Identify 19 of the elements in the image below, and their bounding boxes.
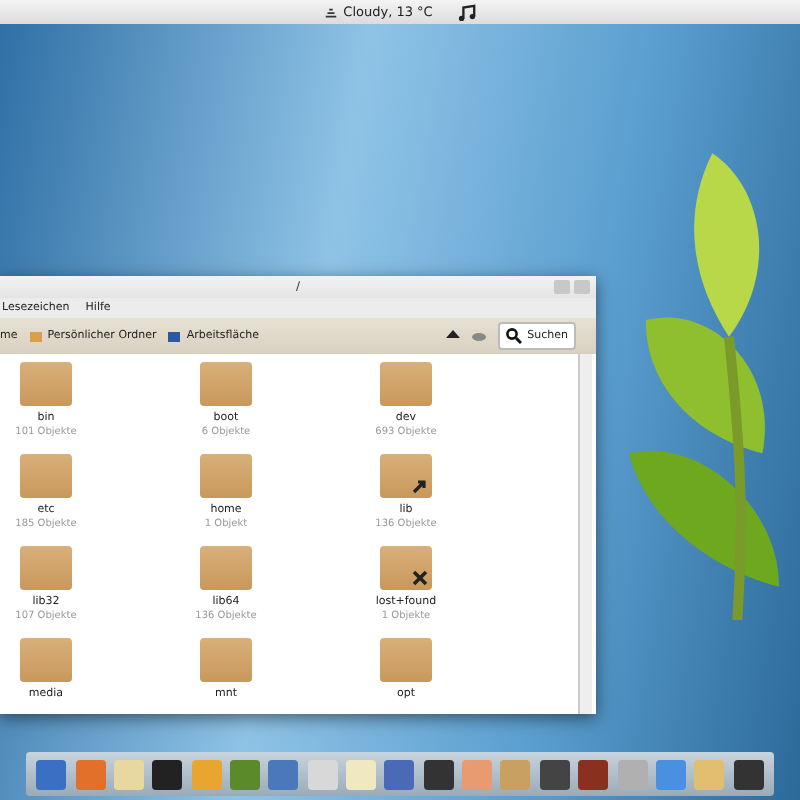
app-icon[interactable] xyxy=(152,759,183,789)
close-button[interactable] xyxy=(574,280,590,294)
folder-icon[interactable] xyxy=(380,454,432,498)
folder-icon[interactable] xyxy=(380,546,432,590)
app-icon[interactable] xyxy=(539,759,570,789)
app-icon[interactable] xyxy=(578,759,609,789)
search-icon xyxy=(505,328,522,344)
app-icon[interactable] xyxy=(423,759,454,789)
app-icon[interactable] xyxy=(733,759,764,789)
eye-icon[interactable] xyxy=(471,331,486,341)
eject-icon[interactable] xyxy=(445,330,460,342)
scrollbar[interactable] xyxy=(578,354,592,714)
minimize-button[interactable] xyxy=(554,280,570,294)
weather-icon xyxy=(323,5,338,19)
music-note-icon[interactable] xyxy=(458,3,477,21)
folder-icon xyxy=(29,331,42,341)
cross-emblem-icon xyxy=(412,570,428,586)
link-arrow-icon xyxy=(412,478,428,494)
desktop-icon xyxy=(168,331,181,341)
